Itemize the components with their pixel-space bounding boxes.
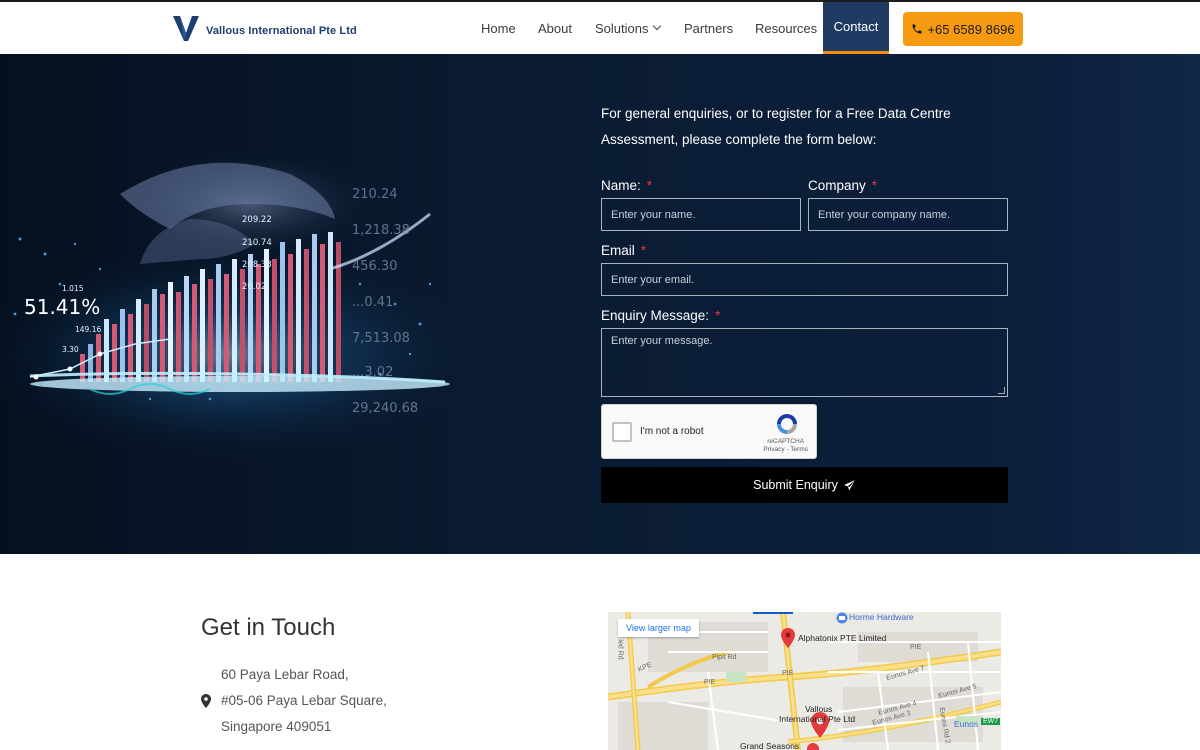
submit-enquiry-button[interactable]: Submit Enquiry [601, 467, 1008, 503]
required-mark: * [871, 178, 878, 193]
message-textarea[interactable] [611, 335, 998, 390]
email-input[interactable] [611, 273, 998, 286]
company-input[interactable] [818, 208, 998, 221]
hero-section: 51.41% 1.015 149.16 3.30 209.22 210.74 2… [0, 54, 1200, 554]
location-map[interactable]: View larger map Horme Hardware Alphatoni… [608, 612, 1001, 750]
svg-text:210.24: 210.24 [352, 187, 398, 202]
form-intro: For general enquiries, or to register fo… [601, 106, 951, 147]
road-pipit: Pipit Rd [712, 654, 737, 661]
big-percent: 51.41% [24, 295, 100, 319]
logo-v-icon [173, 16, 199, 41]
resize-handle-icon[interactable] [998, 387, 1005, 394]
svg-text:26.02: 26.02 [242, 282, 266, 292]
svg-text:...0.41: ...0.41 [352, 295, 393, 310]
phone-button[interactable]: +65 6589 8696 [903, 12, 1023, 46]
place-vallous: Vallous [805, 704, 833, 714]
company-field[interactable] [808, 198, 1008, 231]
required-mark: * [646, 178, 653, 193]
svg-text:29,240.68: 29,240.68 [352, 401, 418, 416]
map-marker-icon[interactable] [806, 742, 820, 750]
name-input[interactable] [611, 208, 791, 221]
place-horme: Horme Hardware [849, 612, 914, 622]
road-pie-2: PIE [782, 670, 794, 677]
get-in-touch-heading: Get in Touch [201, 614, 336, 641]
nav-about[interactable]: About [538, 2, 572, 54]
message-field[interactable] [601, 328, 1008, 397]
recaptcha-logo-icon [777, 414, 797, 434]
nav-home[interactable]: Home [481, 2, 516, 54]
svg-text:456.30: 456.30 [352, 259, 398, 274]
svg-text:210.74: 210.74 [242, 238, 272, 248]
svg-text:3.30: 3.30 [62, 345, 79, 354]
site-header: Vallous International Pte Ltd Home About… [0, 0, 1200, 54]
recaptcha-links[interactable]: Privacy - Terms [763, 446, 808, 454]
paper-plane-icon [843, 479, 856, 492]
required-mark: * [715, 308, 721, 323]
road-pie-3: PIE [910, 644, 922, 651]
address-line-3: Singapore 409051 [221, 719, 332, 734]
nav-solutions-label: Solutions [595, 20, 649, 36]
svg-text:208.33: 208.33 [242, 260, 272, 270]
chevron-down-icon [653, 21, 662, 31]
logo-text: Vallous International Pte Ltd [206, 25, 357, 37]
svg-text:7,513.08: 7,513.08 [352, 331, 410, 346]
phone-number: +65 6589 8696 [927, 21, 1015, 37]
submit-label: Submit Enquiry [753, 478, 838, 492]
svg-text:...3.02: ...3.02 [352, 365, 393, 380]
recaptcha-checkbox[interactable] [612, 422, 632, 442]
required-mark: * [640, 243, 647, 258]
nav-partners[interactable]: Partners [684, 2, 733, 54]
phone-icon [911, 23, 923, 35]
road-ied: ied Rd [616, 639, 624, 660]
place-alphatonix: Alphatonix PTE Limited [798, 633, 887, 643]
place-vallous-2: International Pte Ltd [779, 714, 856, 724]
recaptcha-text: I'm not a robot [640, 426, 704, 437]
recaptcha-widget: I'm not a robot reCAPTCHA Privacy - Term… [601, 404, 817, 459]
svg-text:1.015: 1.015 [62, 284, 84, 293]
site-logo[interactable]: Vallous International Pte Ltd [172, 14, 357, 42]
road-pie-1: PIE [704, 679, 716, 686]
name-label: Name: * [601, 178, 653, 193]
svg-text:149.16: 149.16 [75, 325, 101, 334]
view-larger-map-link[interactable]: View larger map [618, 619, 699, 637]
nav-contact[interactable]: Contact [823, 2, 889, 54]
address-line-1: 60 Paya Lebar Road, [221, 667, 349, 682]
map-marker-icon[interactable] [781, 628, 795, 648]
company-label: Company * [808, 178, 878, 193]
address-line-2: #05-06 Paya Lebar Square, [221, 693, 387, 708]
email-label: Email * [601, 243, 647, 258]
nav-solutions[interactable]: Solutions [595, 2, 662, 54]
place-grand-seasons: Grand Seasons [740, 741, 800, 750]
nav-resources[interactable]: Resources [755, 2, 817, 54]
mrt-ew7-badge: EW7 [981, 718, 1001, 725]
shop-icon [836, 612, 848, 624]
name-field[interactable] [601, 198, 801, 231]
svg-text:209.22: 209.22 [242, 215, 272, 225]
email-field[interactable] [601, 263, 1008, 296]
recaptcha-brand: reCAPTCHA Privacy - Terms [763, 438, 808, 454]
svg-text:1,218.38: 1,218.38 [352, 223, 410, 238]
map-pin-icon [201, 694, 211, 713]
place-eunos: Eunos [954, 719, 979, 729]
message-label: Enquiry Message: * [601, 308, 721, 323]
data-analytics-illustration: 51.41% 1.015 149.16 3.30 209.22 210.74 2… [0, 149, 490, 464]
